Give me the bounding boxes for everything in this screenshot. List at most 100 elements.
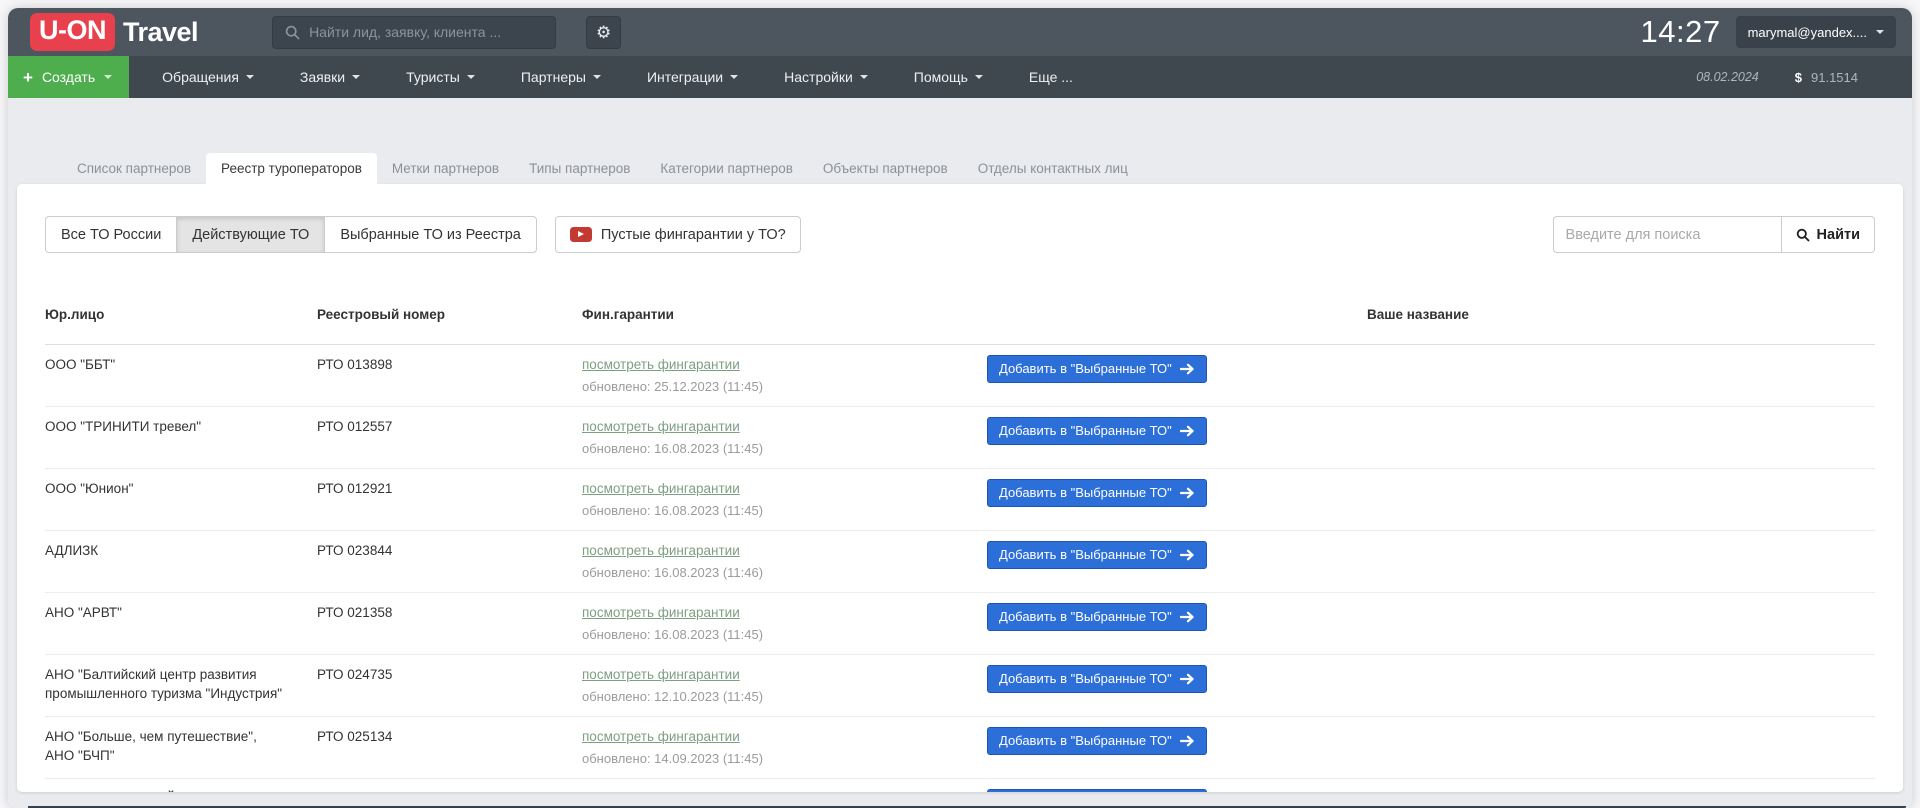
tab-tipy-partnerov[interactable]: Типы партнеров: [514, 153, 645, 184]
arrow-right-icon: [1179, 425, 1194, 436]
tab-reestr-turoperatorov[interactable]: Реестр туроператоров: [206, 153, 377, 184]
tab-otdely-kontaktnyh-lic[interactable]: Отделы контактных лиц: [963, 153, 1143, 184]
header-action: [987, 305, 1367, 324]
table-row: АДЛИЗК РТО 023844 посмотреть фингарантии…: [45, 531, 1875, 593]
chevron-down-icon: [730, 75, 739, 79]
add-to-selected-button[interactable]: Добавить в "Выбранные ТО": [987, 603, 1207, 631]
fin-guarantee-link[interactable]: посмотреть фингарантии: [582, 789, 740, 792]
header-reg-number: Реестровый номер: [317, 307, 445, 322]
row-company: ООО "ББТ": [45, 357, 116, 372]
empty-finguarantees-video-button[interactable]: Пустые фингарантии у ТО?: [554, 216, 801, 253]
add-to-selected-button[interactable]: Добавить в "Выбранные ТО": [987, 417, 1207, 445]
tab-bar: Список партнеров Реестр туроператоров Ме…: [62, 153, 1903, 184]
table-row: ООО "ТРИНИТИ тревел" РТО 012557 посмотре…: [45, 407, 1875, 469]
header-your-name: Ваше название: [1367, 307, 1469, 322]
table-header: Юр.лицо Реестровый номер Фин.гарантии Ва…: [45, 305, 1875, 345]
row-reg-number: РТО 024680: [317, 789, 582, 792]
nav-item-pomoshch[interactable]: Помощь: [891, 56, 1006, 98]
row-company: АНО "ВАЛААМСКИЙ ПАЛОМНИК": [45, 789, 317, 792]
nav-item-eshche[interactable]: Еще ...: [1006, 56, 1096, 98]
create-button[interactable]: + Создать: [8, 56, 130, 98]
search-icon: [1796, 228, 1809, 241]
tab-kategorii-partnerov[interactable]: Категории партнеров: [645, 153, 807, 184]
content: Список партнеров Реестр туроператоров Ме…: [8, 153, 1912, 792]
nav-item-turisty[interactable]: Туристы: [383, 56, 498, 98]
row-company: ООО "ТРИНИТИ тревел": [45, 419, 202, 434]
chevron-down-icon: [245, 75, 254, 79]
add-to-selected-button[interactable]: Добавить в "Выбранные ТО": [987, 665, 1207, 693]
topbar: U-ON Travel ⚙ 14:27 marymal@yandex....: [8, 8, 1912, 56]
add-to-selected-button[interactable]: Добавить в "Выбранные ТО": [987, 479, 1207, 507]
logo[interactable]: U-ON Travel: [30, 13, 199, 51]
nav-item-zayavki[interactable]: Заявки: [277, 56, 383, 98]
operators-table: Юр.лицо Реестровый номер Фин.гарантии Ва…: [45, 305, 1875, 792]
row-updated: обновлено: 16.08.2023 (11:45): [582, 441, 764, 456]
table-search-input[interactable]: [1552, 216, 1781, 253]
arrow-right-icon: [1179, 735, 1194, 746]
add-to-selected-button-label: Добавить в "Выбранные ТО": [999, 547, 1172, 562]
nav-item-integracii[interactable]: Интеграции: [624, 56, 761, 98]
add-to-selected-button-label: Добавить в "Выбранные ТО": [999, 671, 1172, 686]
table-row: ООО "ББТ" РТО 013898 посмотреть фингаран…: [45, 345, 1875, 407]
fin-guarantee-link[interactable]: посмотреть фингарантии: [582, 417, 740, 436]
row-reg-number: РТО 013898: [317, 357, 393, 372]
add-to-selected-button-label: Добавить в "Выбранные ТО": [999, 485, 1172, 500]
nav-item-obrashcheniya[interactable]: Обращения: [139, 56, 277, 98]
app-window: U-ON Travel ⚙ 14:27 marymal@yandex.... +…: [8, 8, 1912, 808]
global-search-input[interactable]: [309, 24, 544, 40]
card: Все ТО России Действующие ТО Выбранные Т…: [17, 184, 1903, 792]
chevron-down-icon: [1876, 30, 1884, 34]
row-reg-number: РТО 012557: [317, 419, 393, 434]
arrow-right-icon: [1179, 487, 1194, 498]
row-company: АНО "АРВТ": [45, 605, 122, 620]
chevron-down-icon: [466, 75, 475, 79]
header-company: Юр.лицо: [45, 307, 105, 322]
arrow-right-icon: [1179, 611, 1194, 622]
chevron-down-icon: [352, 75, 361, 79]
add-to-selected-button[interactable]: Добавить в "Выбранные ТО": [987, 355, 1207, 383]
table-row: ООО "Юнион" РТО 012921 посмотреть фингар…: [45, 469, 1875, 531]
row-company: АНО "Балтийский центр развития промышлен…: [45, 667, 283, 701]
fin-guarantee-link[interactable]: посмотреть фингарантии: [582, 603, 740, 622]
main-nav: + Создать Обращения Заявки Туристы Партн…: [8, 56, 1912, 98]
global-search[interactable]: [272, 15, 557, 49]
header-fin-guarantees: Фин.гарантии: [582, 307, 674, 322]
row-reg-number: РТО 012921: [317, 481, 393, 496]
add-to-selected-button[interactable]: Добавить в "Выбранные ТО": [987, 541, 1207, 569]
youtube-play-icon: [569, 227, 592, 242]
add-to-selected-button-label: Добавить в "Выбранные ТО": [999, 423, 1172, 438]
add-to-selected-button[interactable]: Добавить в "Выбранные ТО": [987, 789, 1207, 792]
table-search: Найти: [1552, 216, 1875, 253]
nav-item-nastroyki[interactable]: Настройки: [761, 56, 891, 98]
tab-metki-partnerov[interactable]: Метки партнеров: [377, 153, 514, 184]
user-menu[interactable]: marymal@yandex....: [1735, 16, 1896, 48]
tab-obekty-partnerov[interactable]: Объекты партнеров: [808, 153, 963, 184]
add-to-selected-button[interactable]: Добавить в "Выбранные ТО": [987, 727, 1207, 755]
fin-guarantee-link[interactable]: посмотреть фингарантии: [582, 355, 740, 374]
fin-guarantee-link[interactable]: посмотреть фингарантии: [582, 479, 740, 498]
plus-icon: +: [23, 67, 33, 87]
row-updated: обновлено: 16.08.2023 (11:45): [582, 503, 764, 518]
fin-guarantee-link[interactable]: посмотреть фингарантии: [582, 665, 740, 684]
row-reg-number: РТО 023844: [317, 543, 393, 558]
fin-guarantee-link[interactable]: посмотреть фингарантии: [582, 541, 740, 560]
find-button[interactable]: Найти: [1780, 216, 1875, 253]
gear-icon[interactable]: ⚙: [586, 15, 622, 49]
dollar-icon: $: [1794, 69, 1802, 85]
chevron-down-icon: [974, 75, 983, 79]
filter-active-to[interactable]: Действующие ТО: [176, 216, 326, 253]
filter-all-to-russia[interactable]: Все ТО России: [45, 216, 178, 253]
arrow-right-icon: [1179, 363, 1194, 374]
chevron-down-icon: [592, 75, 601, 79]
filter-selected-to[interactable]: Выбранные ТО из Реестра: [324, 216, 537, 253]
tab-spisok-partnerov[interactable]: Список партнеров: [62, 153, 206, 184]
chevron-down-icon: [104, 75, 113, 79]
fin-guarantee-link[interactable]: посмотреть фингарантии: [582, 727, 740, 746]
table-row: АНО "ВАЛААМСКИЙ ПАЛОМНИК" РТО 024680 пос…: [45, 779, 1875, 792]
row-updated: обновлено: 16.08.2023 (11:46): [582, 565, 764, 580]
arrow-right-icon: [1179, 549, 1194, 560]
add-to-selected-button-label: Добавить в "Выбранные ТО": [999, 733, 1172, 748]
row-updated: обновлено: 25.12.2023 (11:45): [582, 379, 764, 394]
nav-item-partnery[interactable]: Партнеры: [498, 56, 624, 98]
row-company: АНО "Больше, чем путешествие", АНО "БЧП": [45, 729, 257, 763]
